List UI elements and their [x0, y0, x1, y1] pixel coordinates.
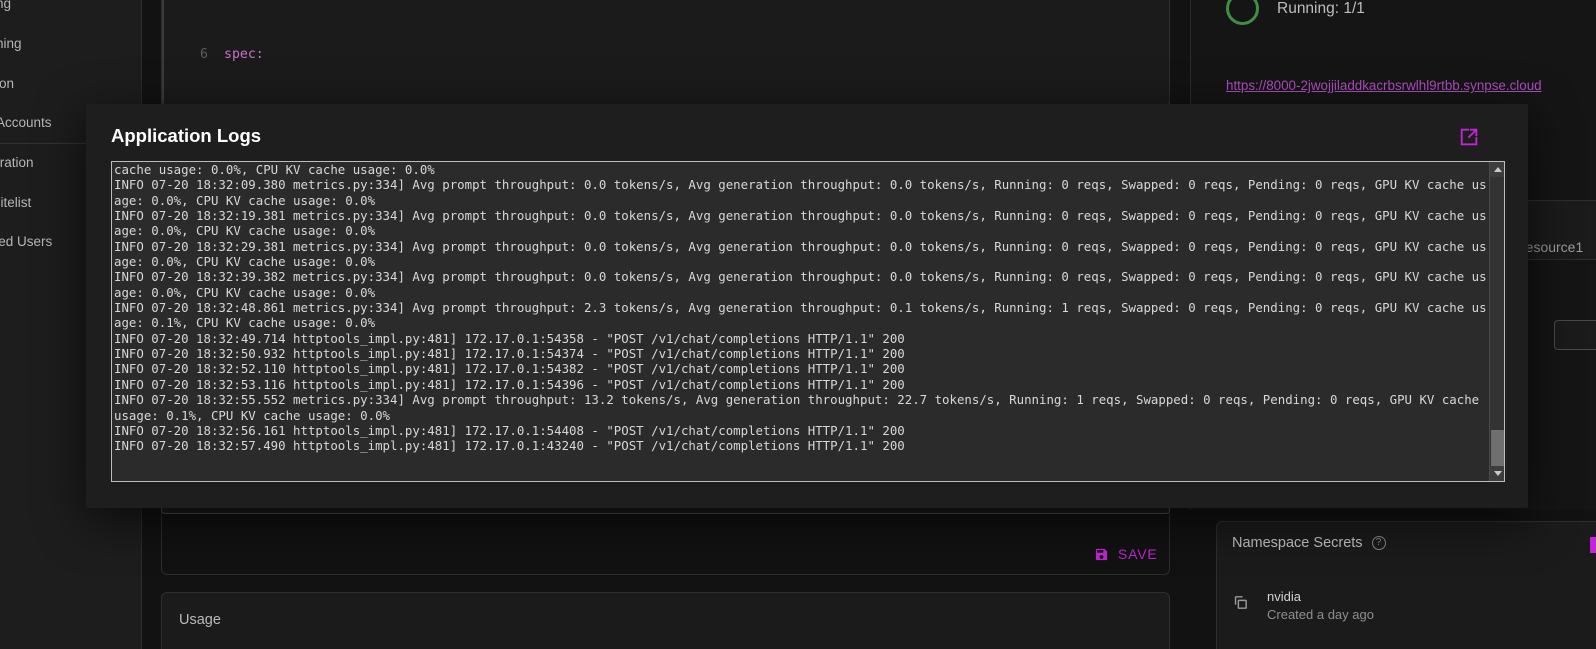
- sidebar-item-provisioning[interactable]: Provisioning: [0, 36, 140, 51]
- application-logs-modal: Application Logs cache usage: 0.0%, CPU …: [86, 104, 1528, 508]
- sidebar-item-label: Registered Users: [0, 234, 53, 249]
- secret-created: Created a day ago: [1267, 607, 1374, 622]
- running-status-icon: [1226, 0, 1259, 25]
- modal-title: Application Logs: [111, 125, 262, 146]
- log-output-panel[interactable]: cache usage: 0.0%, CPU KV cache usage: 0…: [111, 161, 1505, 482]
- help-icon[interactable]: ?: [1371, 536, 1386, 550]
- log-scrollbar[interactable]: [1489, 162, 1504, 481]
- status-row: Running: 1/1: [1226, 0, 1365, 25]
- scroll-down-arrow-icon[interactable]: [1490, 466, 1504, 481]
- usage-card: Usage: [161, 592, 1170, 649]
- yaml-content: 6spec: 7 containers: 8 - name: nvidia-ni…: [174, 1, 1169, 104]
- scrollbar-thumb[interactable]: [1491, 430, 1504, 468]
- editor-gutter-line: [162, 0, 164, 104]
- save-icon: [1095, 548, 1108, 560]
- sidebar-item-label: Administration: [0, 155, 34, 170]
- sidebar-item-label: Provisioning: [0, 36, 22, 51]
- secret-text-block: nvidia Created a day ago: [1267, 588, 1374, 624]
- usage-title: Usage: [179, 612, 221, 628]
- yaml-editor[interactable]: 6spec: 7 containers: 8 - name: nvidia-ni…: [161, 0, 1170, 105]
- namespace-secrets-title-row: Namespace Secrets ?: [1232, 535, 1386, 551]
- resource-label: resource1: [1521, 239, 1584, 255]
- sidebar-item-label: Application: [0, 76, 15, 91]
- scroll-up-arrow-icon[interactable]: [1490, 162, 1504, 177]
- code-key: spec:: [224, 47, 264, 63]
- namespace-secrets-title: Namespace Secrets: [1232, 535, 1363, 551]
- sidebar-item-label: Monitoring: [0, 0, 12, 11]
- save-button[interactable]: SAVE: [1094, 541, 1158, 567]
- sidebar-item-label: Service Accounts: [0, 115, 52, 130]
- secrets-accent-bar: [1590, 537, 1596, 553]
- status-text: Running: 1/1: [1277, 0, 1365, 17]
- open-in-new-icon[interactable]: [1458, 126, 1480, 148]
- secret-name: nvidia: [1267, 589, 1301, 604]
- save-label: SAVE: [1118, 546, 1158, 562]
- line-number: 6: [200, 47, 208, 63]
- app-root: Monitoring Provisioning Application Serv…: [0, 0, 1596, 649]
- sidebar-item-label: User Whitelist: [0, 195, 32, 210]
- copy-icon[interactable]: [1232, 594, 1249, 611]
- application-url-link[interactable]: https://8000-2jwojjiladdkacrbsrwlhl9rtbb…: [1226, 78, 1542, 93]
- panel-action-button[interactable]: [1554, 320, 1596, 350]
- log-text: cache usage: 0.0%, CPU KV cache usage: 0…: [114, 162, 1487, 454]
- sidebar-item-monitoring[interactable]: Monitoring: [0, 0, 140, 11]
- secret-list-item[interactable]: nvidia Created a day ago: [1232, 588, 1374, 624]
- code-line: 6 spec:: [174, 44, 1169, 66]
- sidebar-item-application[interactable]: Application: [0, 76, 140, 91]
